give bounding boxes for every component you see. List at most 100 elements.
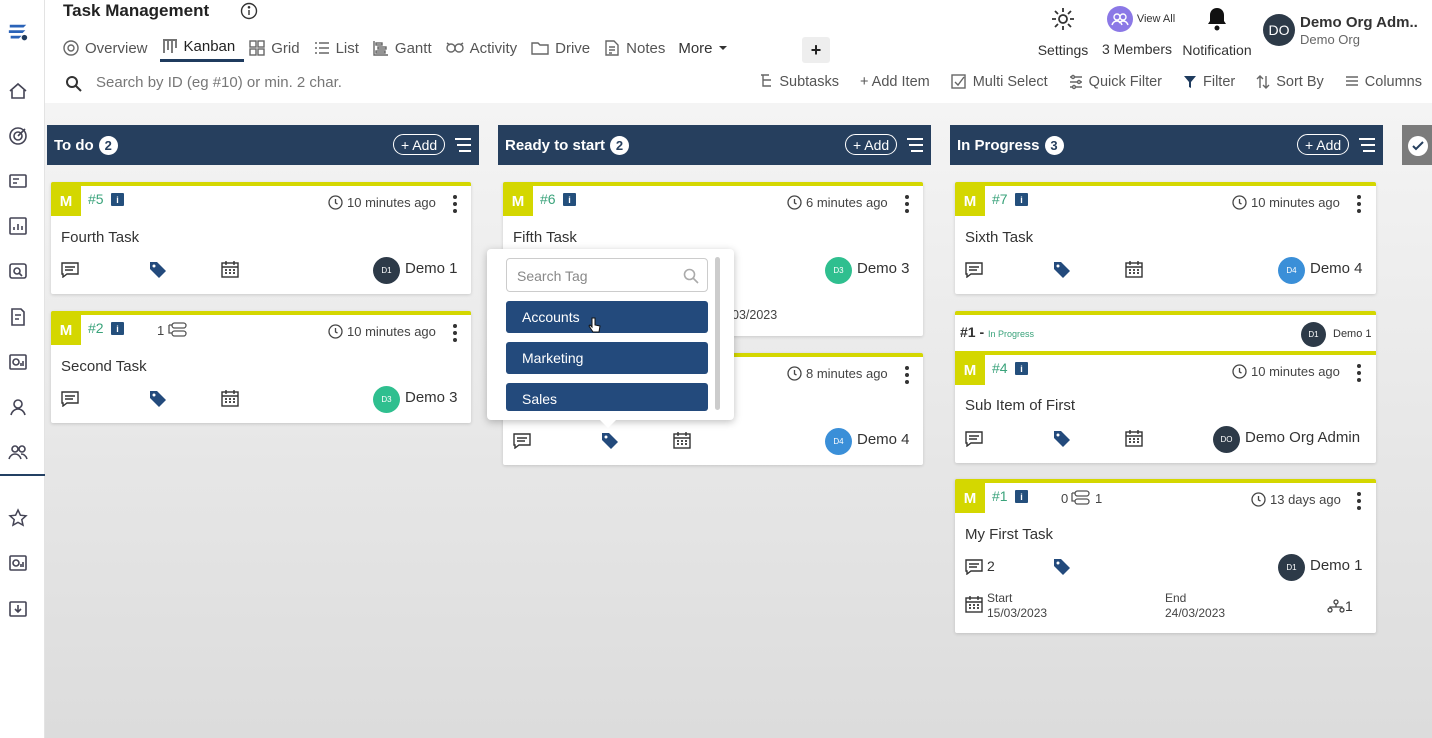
multi-select-button[interactable]: Multi Select bbox=[951, 74, 1048, 90]
tab-drive[interactable]: Drive bbox=[529, 34, 599, 62]
card-menu-icon[interactable] bbox=[453, 195, 457, 216]
dependency-icon[interactable] bbox=[1327, 599, 1345, 613]
card-menu-icon[interactable] bbox=[905, 366, 909, 387]
column-menu-icon[interactable] bbox=[455, 137, 471, 153]
subtasks-button[interactable]: Subtasks bbox=[759, 74, 839, 90]
calendar-icon[interactable] bbox=[1125, 429, 1143, 447]
dropdown-scrollbar[interactable] bbox=[715, 257, 720, 410]
task-title[interactable]: My First Task bbox=[965, 526, 1053, 543]
tab-notes[interactable]: Notes bbox=[602, 34, 674, 62]
tab-more[interactable]: More bbox=[677, 34, 736, 62]
dashboard-icon[interactable] bbox=[7, 552, 29, 574]
task-card[interactable]: M #5 i 10 minutes ago Fourth Task D1 Dem… bbox=[51, 182, 471, 294]
user-icon[interactable] bbox=[7, 396, 29, 418]
tab-gantt[interactable]: Gantt bbox=[371, 34, 441, 62]
comment-icon[interactable] bbox=[61, 262, 79, 278]
comment-icon[interactable] bbox=[965, 262, 983, 278]
filter-button[interactable]: Filter bbox=[1183, 74, 1235, 90]
user-avatar[interactable]: DO bbox=[1263, 14, 1295, 46]
tickets-icon[interactable] bbox=[7, 170, 29, 192]
card-menu-icon[interactable] bbox=[1357, 492, 1361, 513]
settings-button[interactable]: Settings bbox=[1035, 6, 1091, 58]
home-icon[interactable] bbox=[7, 80, 29, 102]
column-add-button[interactable]: + Add bbox=[1297, 134, 1350, 155]
task-title[interactable]: Fifth Task bbox=[513, 229, 577, 246]
task-card[interactable]: M #2 i 1 10 minutes ago Second Task D3 D… bbox=[51, 311, 471, 423]
info-box-icon[interactable]: i bbox=[1015, 362, 1028, 375]
task-id[interactable]: #1 bbox=[992, 488, 1008, 504]
task-id[interactable]: #7 bbox=[992, 191, 1008, 207]
task-card[interactable]: M #1 i 0 1 13 days ago My First Task 2 D… bbox=[955, 479, 1376, 633]
sort-by-button[interactable]: Sort By bbox=[1256, 74, 1324, 90]
tab-activity[interactable]: Activity bbox=[444, 34, 527, 62]
tag-option-sales[interactable]: Sales bbox=[506, 383, 708, 411]
tag-icon[interactable] bbox=[601, 432, 619, 450]
tab-list[interactable]: List bbox=[312, 34, 368, 62]
tag-icon[interactable] bbox=[1053, 558, 1071, 576]
tab-grid[interactable]: Grid bbox=[247, 34, 308, 62]
tag-icon[interactable] bbox=[149, 390, 167, 408]
info-icon[interactable] bbox=[240, 2, 258, 20]
info-box-icon[interactable]: i bbox=[1015, 490, 1028, 503]
tag-search-input[interactable]: Search Tag bbox=[506, 258, 708, 292]
assignee-avatar[interactable]: D3 bbox=[373, 386, 400, 413]
task-card[interactable]: M #7 i 10 minutes ago Sixth Task D4 Demo… bbox=[955, 182, 1376, 294]
parent-task-group[interactable]: #1 - In Progress D1 Demo 1 M #4 i 10 min… bbox=[955, 311, 1376, 463]
tag-icon[interactable] bbox=[1053, 261, 1071, 279]
parent-task-id[interactable]: #1 - bbox=[960, 324, 984, 340]
notes-edit-icon[interactable] bbox=[7, 306, 29, 328]
task-title[interactable]: Fourth Task bbox=[61, 229, 139, 246]
comment-icon[interactable] bbox=[965, 559, 983, 575]
add-item-button[interactable]: + Add Item bbox=[860, 74, 930, 90]
assignee-avatar[interactable]: DO bbox=[1213, 426, 1240, 453]
card-menu-icon[interactable] bbox=[905, 195, 909, 216]
notification-button[interactable]: Notification bbox=[1179, 6, 1255, 58]
task-title[interactable]: Sixth Task bbox=[965, 229, 1033, 246]
task-id[interactable]: #5 bbox=[88, 191, 104, 207]
card-menu-icon[interactable] bbox=[453, 324, 457, 345]
assignee-avatar[interactable]: D4 bbox=[825, 428, 852, 455]
column-header-done-partial[interactable] bbox=[1402, 125, 1432, 165]
analytics-icon[interactable] bbox=[7, 351, 29, 373]
card-menu-icon[interactable] bbox=[1357, 195, 1361, 216]
tag-option-marketing[interactable]: Marketing bbox=[506, 342, 708, 374]
calendar-icon[interactable] bbox=[673, 431, 691, 449]
assignee-avatar[interactable]: D1 bbox=[1278, 554, 1305, 581]
comment-icon[interactable] bbox=[513, 433, 531, 449]
app-logo-icon[interactable] bbox=[7, 22, 29, 44]
team-icon[interactable] bbox=[7, 441, 29, 463]
subitem-card[interactable]: M #4 i 10 minutes ago Sub Item of First … bbox=[955, 355, 1376, 467]
user-name[interactable]: Demo Org Adm.. bbox=[1300, 14, 1418, 31]
task-title[interactable]: Sub Item of First bbox=[965, 397, 1075, 414]
column-add-button[interactable]: + Add bbox=[845, 134, 898, 155]
tag-icon[interactable] bbox=[1053, 430, 1071, 448]
assignee-avatar[interactable]: D4 bbox=[1278, 257, 1305, 284]
calendar-icon[interactable] bbox=[221, 389, 239, 407]
tab-overview[interactable]: Overview bbox=[61, 34, 157, 62]
column-add-button[interactable]: + Add bbox=[393, 134, 446, 155]
calendar-icon[interactable] bbox=[1125, 260, 1143, 278]
add-view-button[interactable]: + bbox=[802, 37, 830, 63]
column-menu-icon[interactable] bbox=[1359, 137, 1375, 153]
quick-filter-button[interactable]: Quick Filter bbox=[1069, 74, 1162, 90]
info-box-icon[interactable]: i bbox=[563, 193, 576, 206]
comment-icon[interactable] bbox=[61, 391, 79, 407]
calendar-icon[interactable] bbox=[965, 595, 983, 613]
tag-option-accounts[interactable]: Accounts bbox=[506, 301, 708, 333]
search-users-icon[interactable] bbox=[7, 260, 29, 282]
task-id[interactable]: #6 bbox=[540, 191, 556, 207]
task-id[interactable]: #2 bbox=[88, 320, 104, 336]
calendar-icon[interactable] bbox=[221, 260, 239, 278]
goals-icon[interactable] bbox=[7, 125, 29, 147]
tag-icon[interactable] bbox=[149, 261, 167, 279]
info-box-icon[interactable]: i bbox=[1015, 193, 1028, 206]
task-id[interactable]: #4 bbox=[992, 360, 1008, 376]
search-input[interactable]: Search by ID (eg #10) or min. 2 char. bbox=[96, 74, 342, 91]
tab-kanban[interactable]: Kanban bbox=[159, 34, 245, 62]
assignee-avatar[interactable]: D1 bbox=[1301, 322, 1326, 347]
columns-button[interactable]: Columns bbox=[1345, 74, 1422, 90]
reports-icon[interactable] bbox=[7, 215, 29, 237]
comment-icon[interactable] bbox=[965, 431, 983, 447]
assignee-avatar[interactable]: D3 bbox=[825, 257, 852, 284]
info-box-icon[interactable]: i bbox=[111, 193, 124, 206]
